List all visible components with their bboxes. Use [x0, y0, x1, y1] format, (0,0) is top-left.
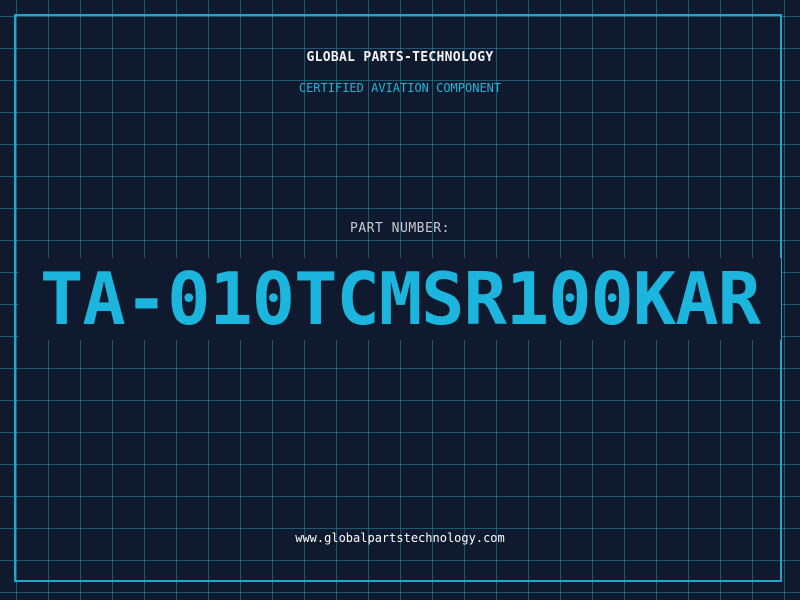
certification-subtitle: CERTIFIED AVIATION COMPONENT: [298, 81, 502, 95]
part-number-value: TA-010TCMSR100KAR: [19, 258, 781, 340]
part-label-card: GLOBAL PARTS-TECHNOLOGY CERTIFIED AVIATI…: [0, 0, 800, 600]
part-number-label: PART NUMBER:: [350, 221, 450, 236]
website-url: www.globalpartstechnology.com: [295, 531, 505, 545]
company-name: GLOBAL PARTS-TECHNOLOGY: [306, 50, 494, 65]
